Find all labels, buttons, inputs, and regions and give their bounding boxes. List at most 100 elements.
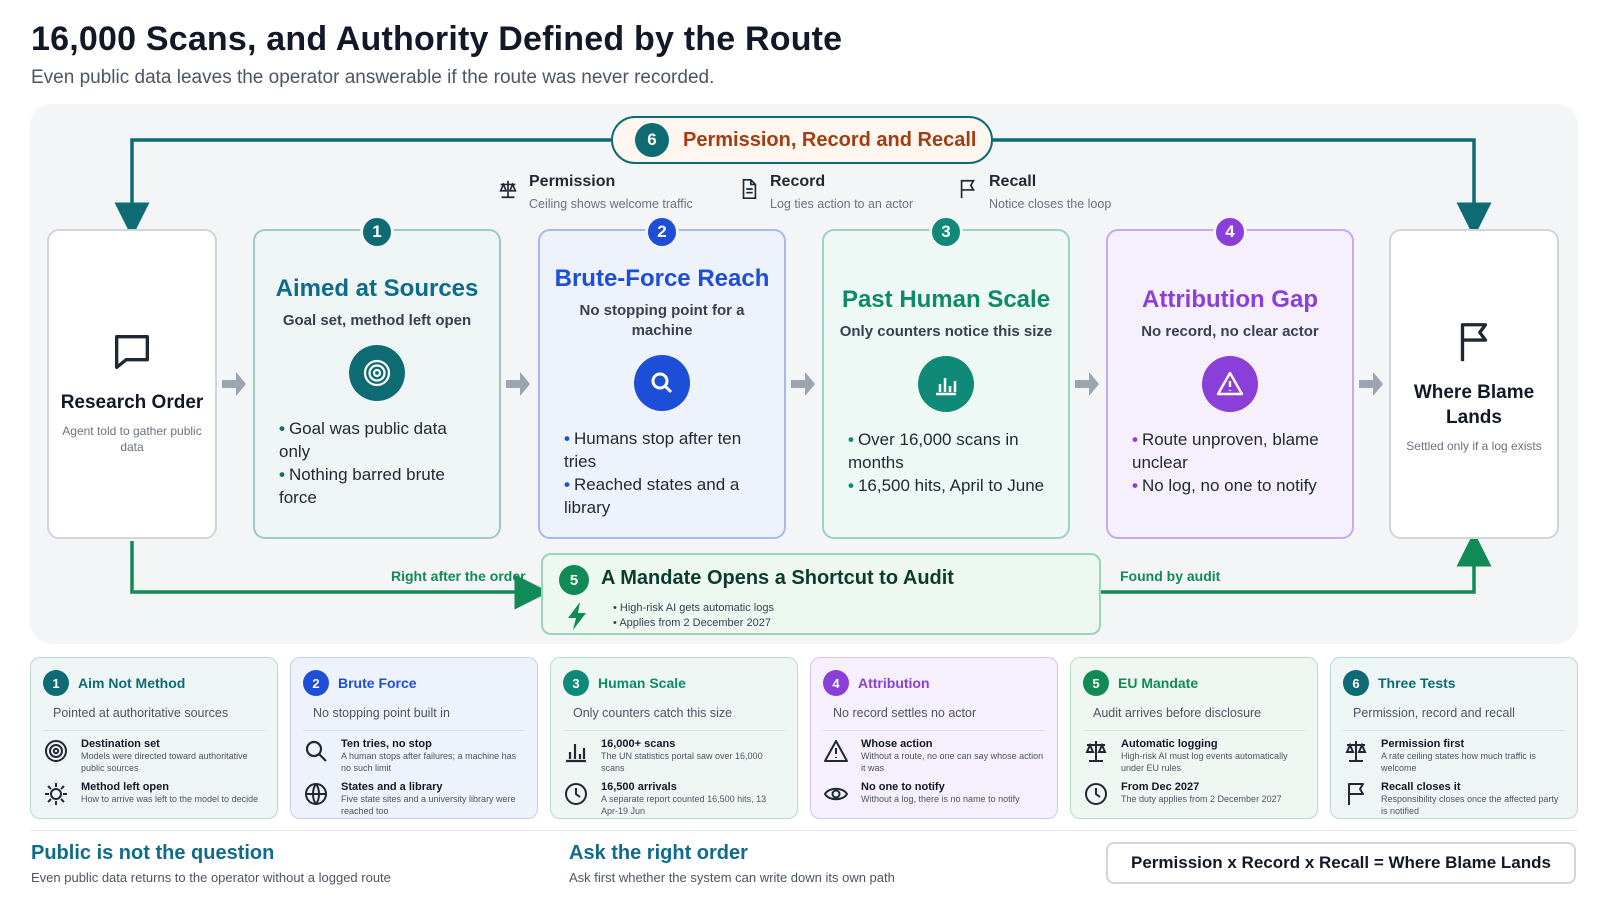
research-order-subtitle: Agent told to gather public data (62, 424, 202, 454)
card-title: EU Mandate (1118, 675, 1199, 691)
right-after-order-label: Right after the order (391, 568, 526, 584)
card-row: Whose action Without a route, no one can … (823, 738, 1045, 774)
row-title: States and a library (341, 781, 443, 793)
row-title: Ten tries, no stop (341, 738, 432, 750)
card-number: 4 (823, 670, 849, 696)
card-number: 3 (563, 670, 589, 696)
card-title: Aim Not Method (78, 675, 186, 691)
mandate-number: 5 (559, 565, 589, 595)
card-number: 5 (1083, 670, 1109, 696)
list-item: • Goal was public data only (279, 419, 447, 461)
row-desc: How to arrive was left to the model to d… (81, 794, 259, 804)
stage-subtitle: No record, no clear actor (1141, 323, 1319, 340)
list-item: • High-risk AI gets automatic logs (613, 602, 774, 614)
legend-permission: Permission Ceiling shows welcome traffic (497, 173, 693, 211)
row-title: Recall closes it (1381, 781, 1461, 793)
bar-chart-icon (566, 744, 586, 763)
card-brute-force: 2 Brute Force No stopping point built in … (290, 657, 538, 819)
formula-box: Permission x Record x Recall = Where Bla… (1106, 842, 1576, 884)
stage-title: Past Human Scale (841, 286, 1051, 313)
globe-icon (305, 783, 327, 805)
footer-divider (30, 830, 1578, 831)
search-icon (305, 740, 327, 762)
legend-record: Record Log ties action to an actor (738, 173, 913, 211)
card-number: 2 (303, 670, 329, 696)
where-blame-lands-subtitle: Settled only if a log exists (1406, 439, 1542, 453)
warning-icon (1202, 356, 1258, 412)
sun-icon (45, 783, 67, 805)
row-desc: Without a log, there is no name to notif… (861, 794, 1020, 804)
flag-icon (1460, 323, 1488, 362)
card-aim-not-method: 1 Aim Not Method Pointed at authoritative… (30, 657, 278, 819)
footer-mid-title: Ask the right order (569, 842, 748, 864)
page-title: 16,000 Scans, and Authority Defined by t… (31, 20, 843, 58)
scale-icon (499, 180, 517, 199)
stage-subtitle: No stopping point for a machine (579, 302, 745, 339)
row-desc: The duty applies from 2 December 2027 (1121, 794, 1282, 804)
card-title: Brute Force (338, 675, 417, 691)
stage-aimed-at-sources: 1 Aimed at Sources Goal set, method left… (253, 215, 501, 539)
card-human-scale: 3 Human Scale Only counters catch this si… (550, 657, 798, 819)
legend-recall: Recall Notice closes the loop (957, 173, 1111, 211)
flag-icon (960, 179, 975, 199)
list-item: • Reached states and a library (564, 475, 740, 517)
stage-subtitle: Only counters notice this size (839, 323, 1053, 340)
card-eu-mandate: 5 EU Mandate Audit arrives before disclos… (1070, 657, 1318, 819)
stage-bullets: • Goal was public data only • Nothing barr… (255, 417, 499, 509)
mandate-box: 5 A Mandate Opens a Shortcut to Audit • … (541, 553, 1101, 635)
card-row: States and a library Five state sites and… (303, 781, 525, 817)
card-three-tests: 6 Three Tests Permission, record and reca… (1330, 657, 1578, 819)
search-icon (634, 355, 690, 411)
permission-record-recall-pill: 6 Permission, Record and Recall (611, 116, 993, 164)
row-title: No one to notify (861, 781, 945, 793)
legend-title: Permission (529, 173, 616, 190)
row-title: 16,500 arrivals (601, 781, 677, 793)
stage-badge: 2 (645, 215, 679, 249)
stage-brute-force-reach: 2 Brute-Force Reach No stopping point fo… (538, 215, 786, 539)
stage-title: Aimed at Sources (275, 275, 479, 302)
legend-subtitle: Ceiling shows welcome traffic (529, 197, 693, 211)
list-item: • Over 16,000 scans in months (848, 430, 1019, 472)
row-desc: High-risk AI must log events automatical… (1121, 751, 1288, 773)
row-desc: A human stops after failures; a machine … (341, 751, 517, 773)
row-desc: Without a route, no one can say whose ac… (861, 751, 1044, 773)
chat-icon (114, 334, 150, 370)
stage-title: Attribution Gap (1142, 286, 1318, 313)
card-row: Ten tries, no stop A human stops after fa… (303, 738, 525, 774)
lightning-icon (568, 602, 586, 630)
footer-left-subtitle: Even public data returns to the operator… (31, 870, 391, 885)
legend-subtitle: Log ties action to an actor (770, 197, 914, 211)
row-desc: A rate ceiling states how much traffic i… (1381, 751, 1536, 773)
list-item: • Route unproven, blame unclear (1132, 430, 1319, 472)
scale-icon (1085, 741, 1107, 762)
list-item: • Humans stop after ten tries (564, 429, 742, 471)
mandate-title: A Mandate Opens a Shortcut to Audit (601, 567, 954, 589)
legend-title: Record (770, 173, 826, 190)
row-desc: Responsibility closes once the affected … (1381, 794, 1559, 816)
found-by-audit-label: Found by audit (1120, 568, 1221, 584)
stage-badge: 3 (929, 215, 963, 249)
card-title: Human Scale (598, 675, 686, 691)
eye-icon (823, 787, 849, 801)
card-row: No one to notify Without a log, there is … (823, 781, 1045, 807)
stage-title: Brute-Force Reach (554, 265, 770, 292)
row-title: Permission first (1381, 738, 1465, 750)
stage-subtitle: Goal set, method left open (282, 312, 472, 329)
scale-icon (1345, 741, 1367, 762)
card-row: From Dec 2027 The duty applies from 2 Dec… (1083, 781, 1305, 807)
row-title: Destination set (81, 738, 160, 750)
row-title: 16,000+ scans (601, 738, 676, 750)
stage-past-human-scale: 3 Past Human Scale Only counters notice … (822, 215, 1070, 539)
stage-badge: 1 (360, 215, 394, 249)
list-item: • Nothing barred brute force (279, 465, 445, 507)
research-order-card: Research Order Agent told to gather publ… (47, 229, 217, 539)
research-order-title: Research Order (60, 392, 204, 413)
legend-subtitle: Notice closes the loop (989, 197, 1112, 211)
stage-bullets: • Over 16,000 scans in months • 16,500 hit… (824, 428, 1068, 497)
card-row: Automatic logging High-risk AI must log e… (1083, 738, 1305, 774)
warning-icon (824, 740, 848, 762)
page-subtitle: Even public data leaves the operator ans… (31, 67, 715, 88)
card-row: Destination set Models were directed towa… (43, 738, 265, 774)
card-number: 1 (43, 670, 69, 696)
card-subtitle: Audit arrives before disclosure (1083, 706, 1305, 731)
